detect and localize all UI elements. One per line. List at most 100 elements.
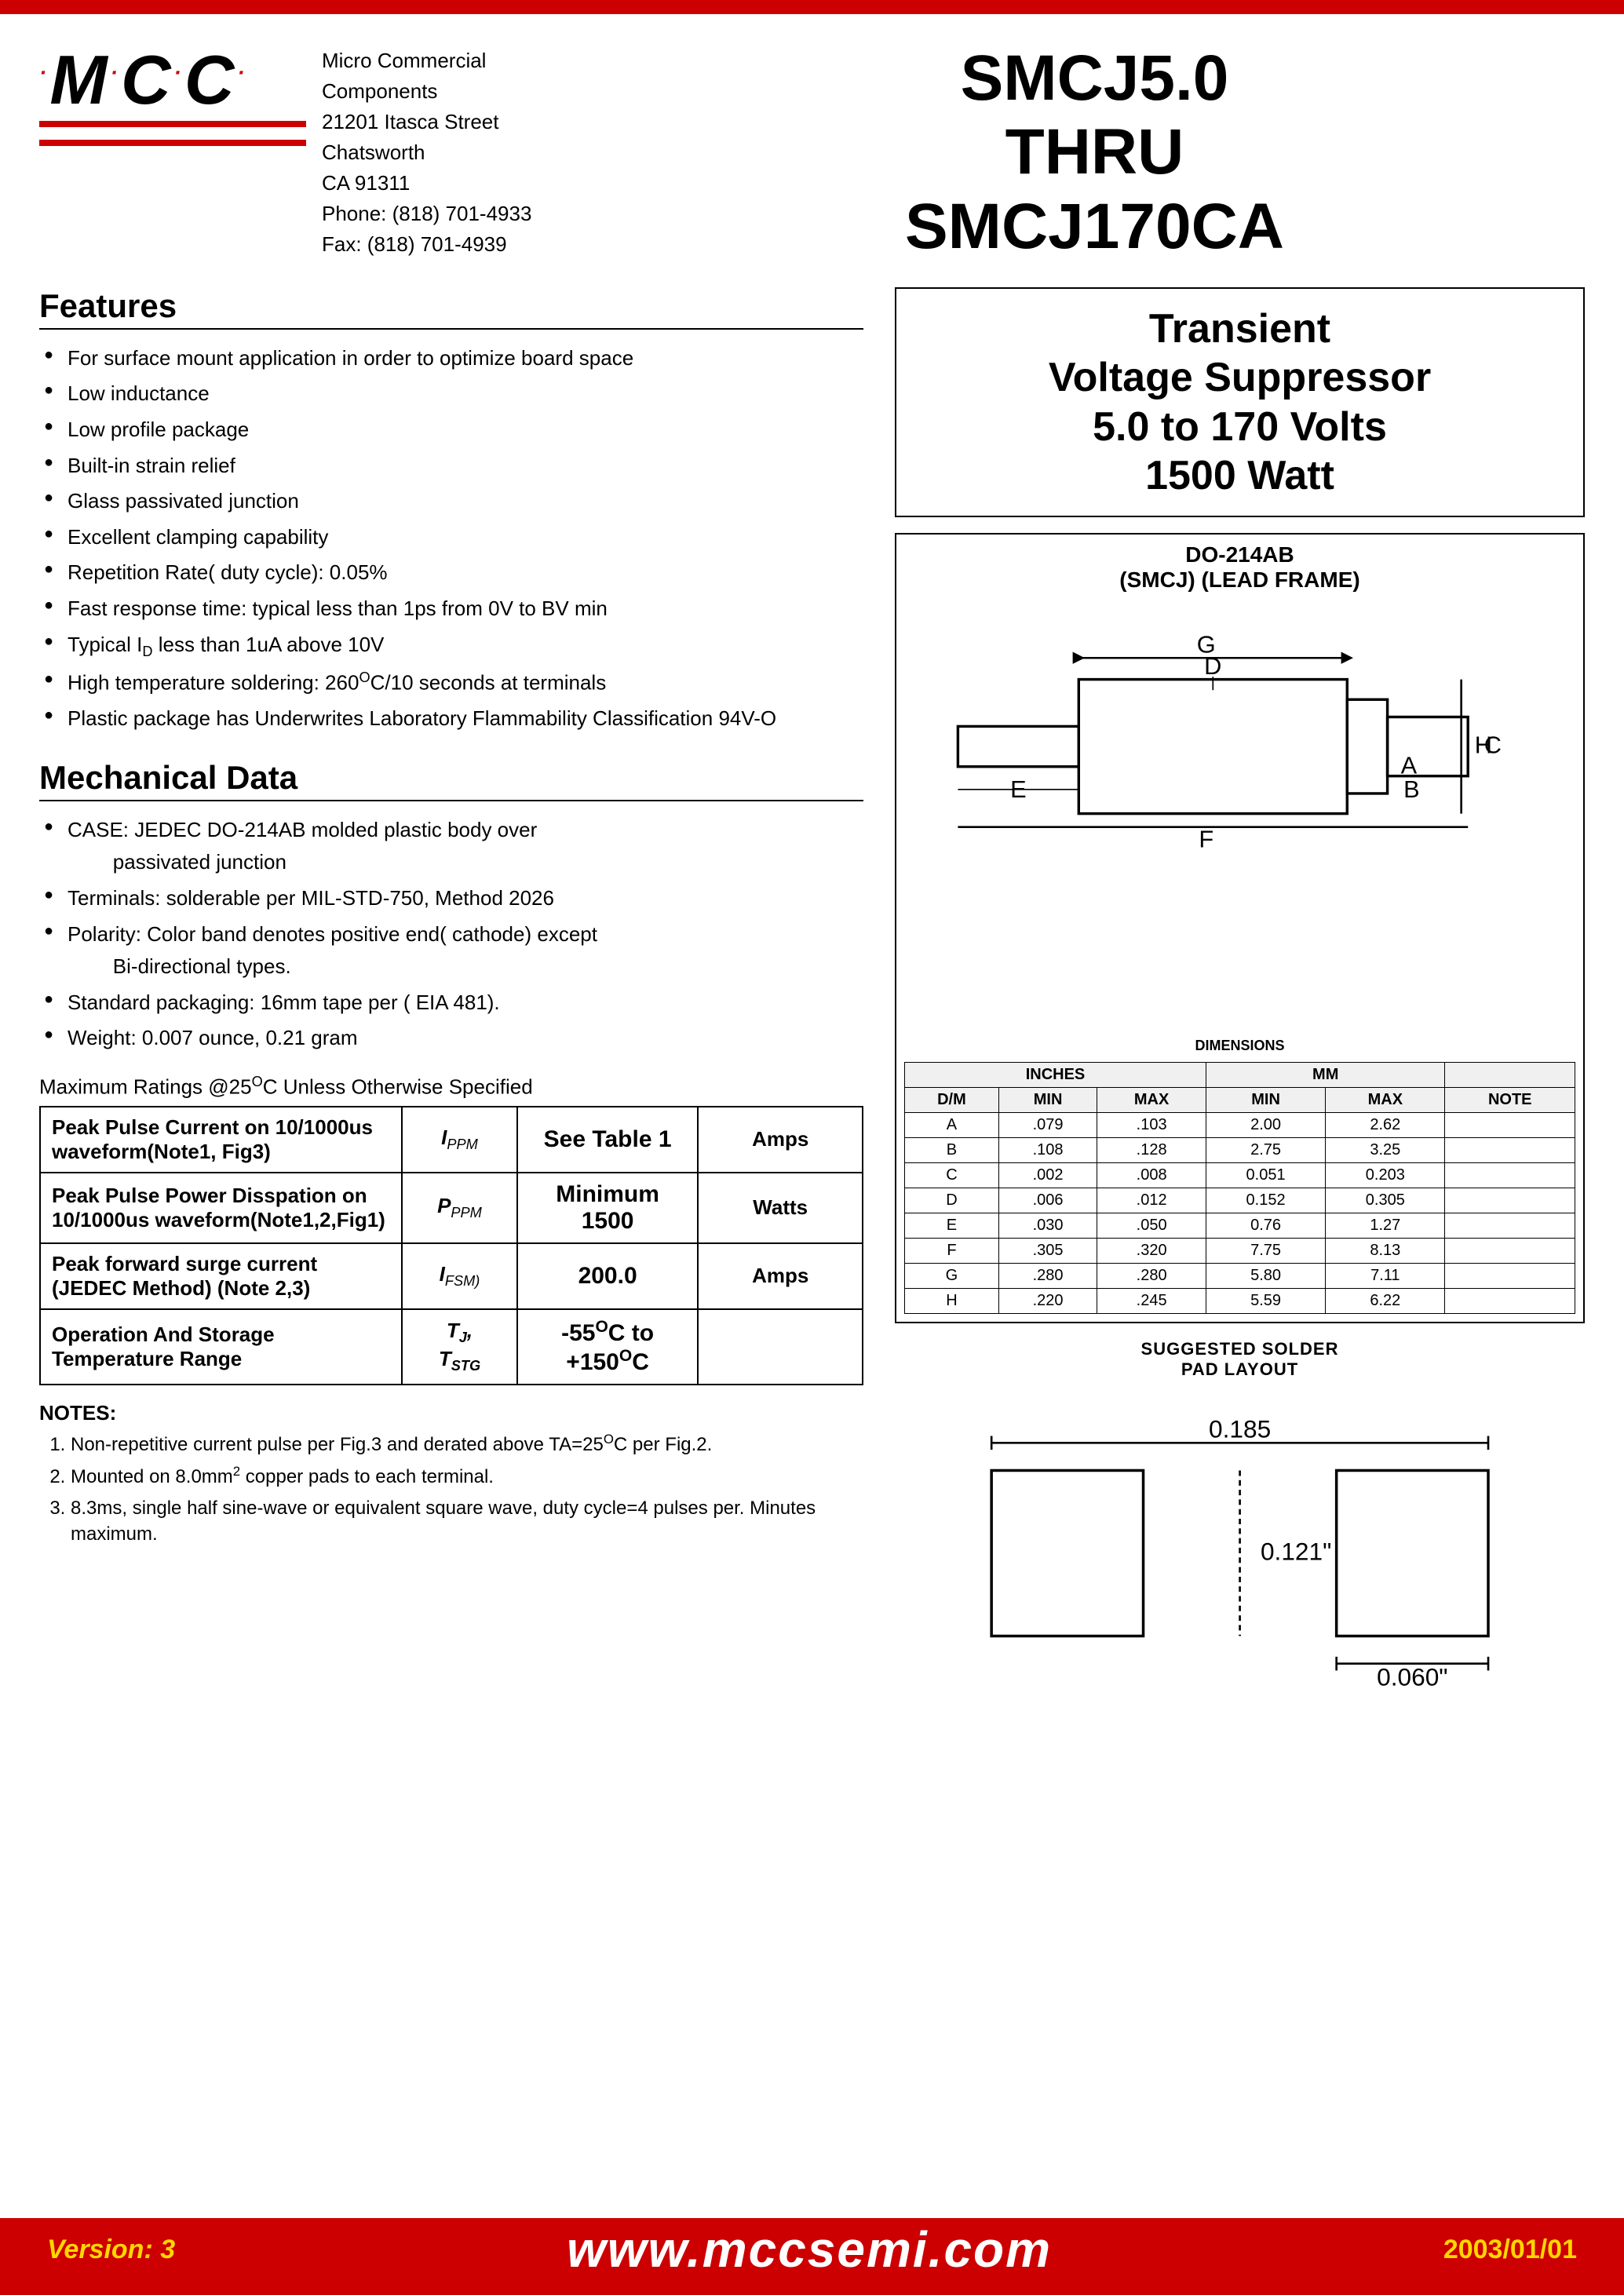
svg-text:F: F — [1199, 826, 1213, 853]
list-item: Glass passivated junction — [39, 485, 863, 518]
row-unit: Amps — [698, 1107, 863, 1173]
solder-pad-svg: 0.185 0.121" 0.060" — [964, 1388, 1516, 1691]
row-unit: Watts — [698, 1173, 863, 1243]
row-unit: Amps — [698, 1243, 863, 1309]
col-min-mm: MIN — [1206, 1087, 1325, 1112]
row-label: Peak Pulse Power Disspation on 10/1000us… — [40, 1173, 402, 1243]
solder-pad-title: SUGGESTED SOLDERPAD LAYOUT — [895, 1339, 1585, 1380]
dim-note-header — [1445, 1062, 1575, 1087]
table-row: Peak forward surge current (JEDEC Method… — [40, 1243, 863, 1309]
row-label: Peak Pulse Current on 10/1000us waveform… — [40, 1107, 402, 1173]
logo: ·M·C·C· — [39, 46, 248, 115]
list-item: Repetition Rate( duty cycle): 0.05% — [39, 556, 863, 589]
row-value: See Table 1 — [517, 1107, 699, 1173]
list-item: Terminals: solderable per MIL-STD-750, M… — [39, 882, 863, 915]
notes-list: Non-repetitive current pulse per Fig.3 a… — [39, 1430, 863, 1548]
row-symbol: IPPM — [402, 1107, 517, 1173]
row-symbol: TJ,TSTG — [402, 1309, 517, 1385]
dimensions-table: INCHES MM D/M MIN MAX MIN MAX NOTE — [904, 1062, 1575, 1314]
left-column: Features For surface mount application i… — [39, 287, 863, 1691]
table-row: E.030.0500.761.27 — [905, 1213, 1575, 1238]
list-item: Excellent clamping capability — [39, 521, 863, 554]
dim-inches-header: INCHES — [905, 1062, 1206, 1087]
row-value: -55OC to+150OC — [517, 1309, 699, 1385]
list-item: 8.3ms, single half sine-wave or equivale… — [71, 1495, 863, 1548]
list-item: Low inductance — [39, 378, 863, 410]
company-address1: 21201 Itasca Street Chatsworth — [322, 107, 604, 168]
tvs-description-box: TransientVoltage Suppressor5.0 to 170 Vo… — [895, 287, 1585, 518]
list-item: Non-repetitive current pulse per Fig.3 a… — [71, 1430, 863, 1458]
list-item: Low profile package — [39, 414, 863, 447]
bottom-red-bar — [0, 2281, 1624, 2295]
two-column-layout: Features For surface mount application i… — [39, 287, 1585, 1691]
list-item: Polarity: Color band denotes positive en… — [39, 918, 863, 983]
row-value: Minimum1500 — [517, 1173, 699, 1243]
notes-title: NOTES: — [39, 1401, 863, 1425]
table-row: D.006.0120.1520.305 — [905, 1188, 1575, 1213]
svg-text:A: A — [1401, 752, 1418, 779]
svg-text:0.185: 0.185 — [1209, 1414, 1271, 1443]
table-row: B.108.1282.753.25 — [905, 1137, 1575, 1162]
max-ratings-title: Maximum Ratings @25OC Unless Otherwise S… — [39, 1074, 863, 1100]
list-item: Typical ID less than 1uA above 10V — [39, 629, 863, 663]
row-value: 200.0 — [517, 1243, 699, 1309]
list-item: High temperature soldering: 260OC/10 sec… — [39, 666, 863, 699]
mechanical-title: Mechanical Data — [39, 759, 863, 801]
table-row: Peak Pulse Current on 10/1000us waveform… — [40, 1107, 863, 1173]
col-max-mm: MAX — [1326, 1087, 1445, 1112]
mechanical-section: Mechanical Data CASE: JEDEC DO-214AB mol… — [39, 759, 863, 1055]
row-symbol: IFSM) — [402, 1243, 517, 1309]
tvs-title: TransientVoltage Suppressor5.0 to 170 Vo… — [912, 305, 1567, 501]
col-dm: D/M — [905, 1087, 999, 1112]
list-item: Built-in strain relief — [39, 450, 863, 483]
ratings-table: Peak Pulse Current on 10/1000us waveform… — [39, 1106, 863, 1385]
list-item: CASE: JEDEC DO-214AB molded plastic body… — [39, 814, 863, 879]
col-max: MAX — [1097, 1087, 1206, 1112]
right-column: TransientVoltage Suppressor5.0 to 170 Vo… — [895, 287, 1585, 1691]
header-area: ·M·C·C· Micro Commercial Components 2120… — [39, 38, 1585, 264]
table-row: F.305.3207.758.13 — [905, 1238, 1575, 1263]
company-fax: Fax: (818) 701-4939 — [322, 229, 604, 260]
row-label: Operation And Storage Temperature Range — [40, 1309, 402, 1385]
notes-section: NOTES: Non-repetitive current pulse per … — [39, 1401, 863, 1548]
dim-mm-header: MM — [1206, 1062, 1444, 1087]
version-label: Version: 3 — [47, 2235, 175, 2265]
features-list: For surface mount application in order t… — [39, 342, 863, 735]
svg-text:C: C — [1484, 732, 1502, 759]
website-url: www.mccsemi.com — [567, 2220, 1052, 2279]
svg-text:0.060": 0.060" — [1377, 1662, 1447, 1691]
logo-section: ·M·C·C· — [39, 38, 306, 152]
company-address2: CA 91311 — [322, 168, 604, 199]
svg-text:D: D — [1204, 652, 1221, 680]
row-unit — [698, 1309, 863, 1385]
svg-text:B: B — [1403, 776, 1420, 804]
table-row: C.002.0080.0510.203 — [905, 1162, 1575, 1188]
top-red-bar — [0, 0, 1624, 14]
part-number-title: SMCJ5.0THRUSMCJ170CA — [604, 38, 1585, 264]
table-row: Operation And Storage Temperature Range … — [40, 1309, 863, 1385]
table-row: H.220.2455.596.22 — [905, 1288, 1575, 1313]
company-info: Micro Commercial Components 21201 Itasca… — [306, 38, 604, 260]
table-row: Peak Pulse Power Disspation on 10/1000us… — [40, 1173, 863, 1243]
list-item: For surface mount application in order t… — [39, 342, 863, 375]
package-svg: G H D A C E B — [904, 599, 1575, 1028]
mechanical-list: CASE: JEDEC DO-214AB molded plastic body… — [39, 814, 863, 1055]
list-item: Fast response time: typical less than 1p… — [39, 593, 863, 626]
logo-bottom-bar — [39, 140, 306, 146]
table-row: A.079.1032.002.62 — [905, 1112, 1575, 1137]
list-item: Standard packaging: 16mm tape per ( EIA … — [39, 987, 863, 1020]
row-symbol: PPPM — [402, 1173, 517, 1243]
col-note: NOTE — [1445, 1087, 1575, 1112]
company-name: Micro Commercial Components — [322, 46, 604, 107]
col-min: MIN — [998, 1087, 1097, 1112]
list-item: Weight: 0.007 ounce, 0.21 gram — [39, 1022, 863, 1055]
logo-top-bar — [39, 121, 306, 127]
table-row: G.280.2805.807.11 — [905, 1263, 1575, 1288]
row-label: Peak forward surge current (JEDEC Method… — [40, 1243, 402, 1309]
features-title: Features — [39, 287, 863, 330]
package-diagram-title: DO-214AB(SMCJ) (LEAD FRAME) — [904, 542, 1575, 593]
list-item: Mounted on 8.0mm2 copper pads to each te… — [71, 1462, 863, 1490]
footer-date: 2003/01/01 — [1443, 2235, 1577, 2265]
list-item: Plastic package has Underwrites Laborato… — [39, 702, 863, 735]
dimensions-header: DIMENSIONS — [904, 1038, 1575, 1054]
